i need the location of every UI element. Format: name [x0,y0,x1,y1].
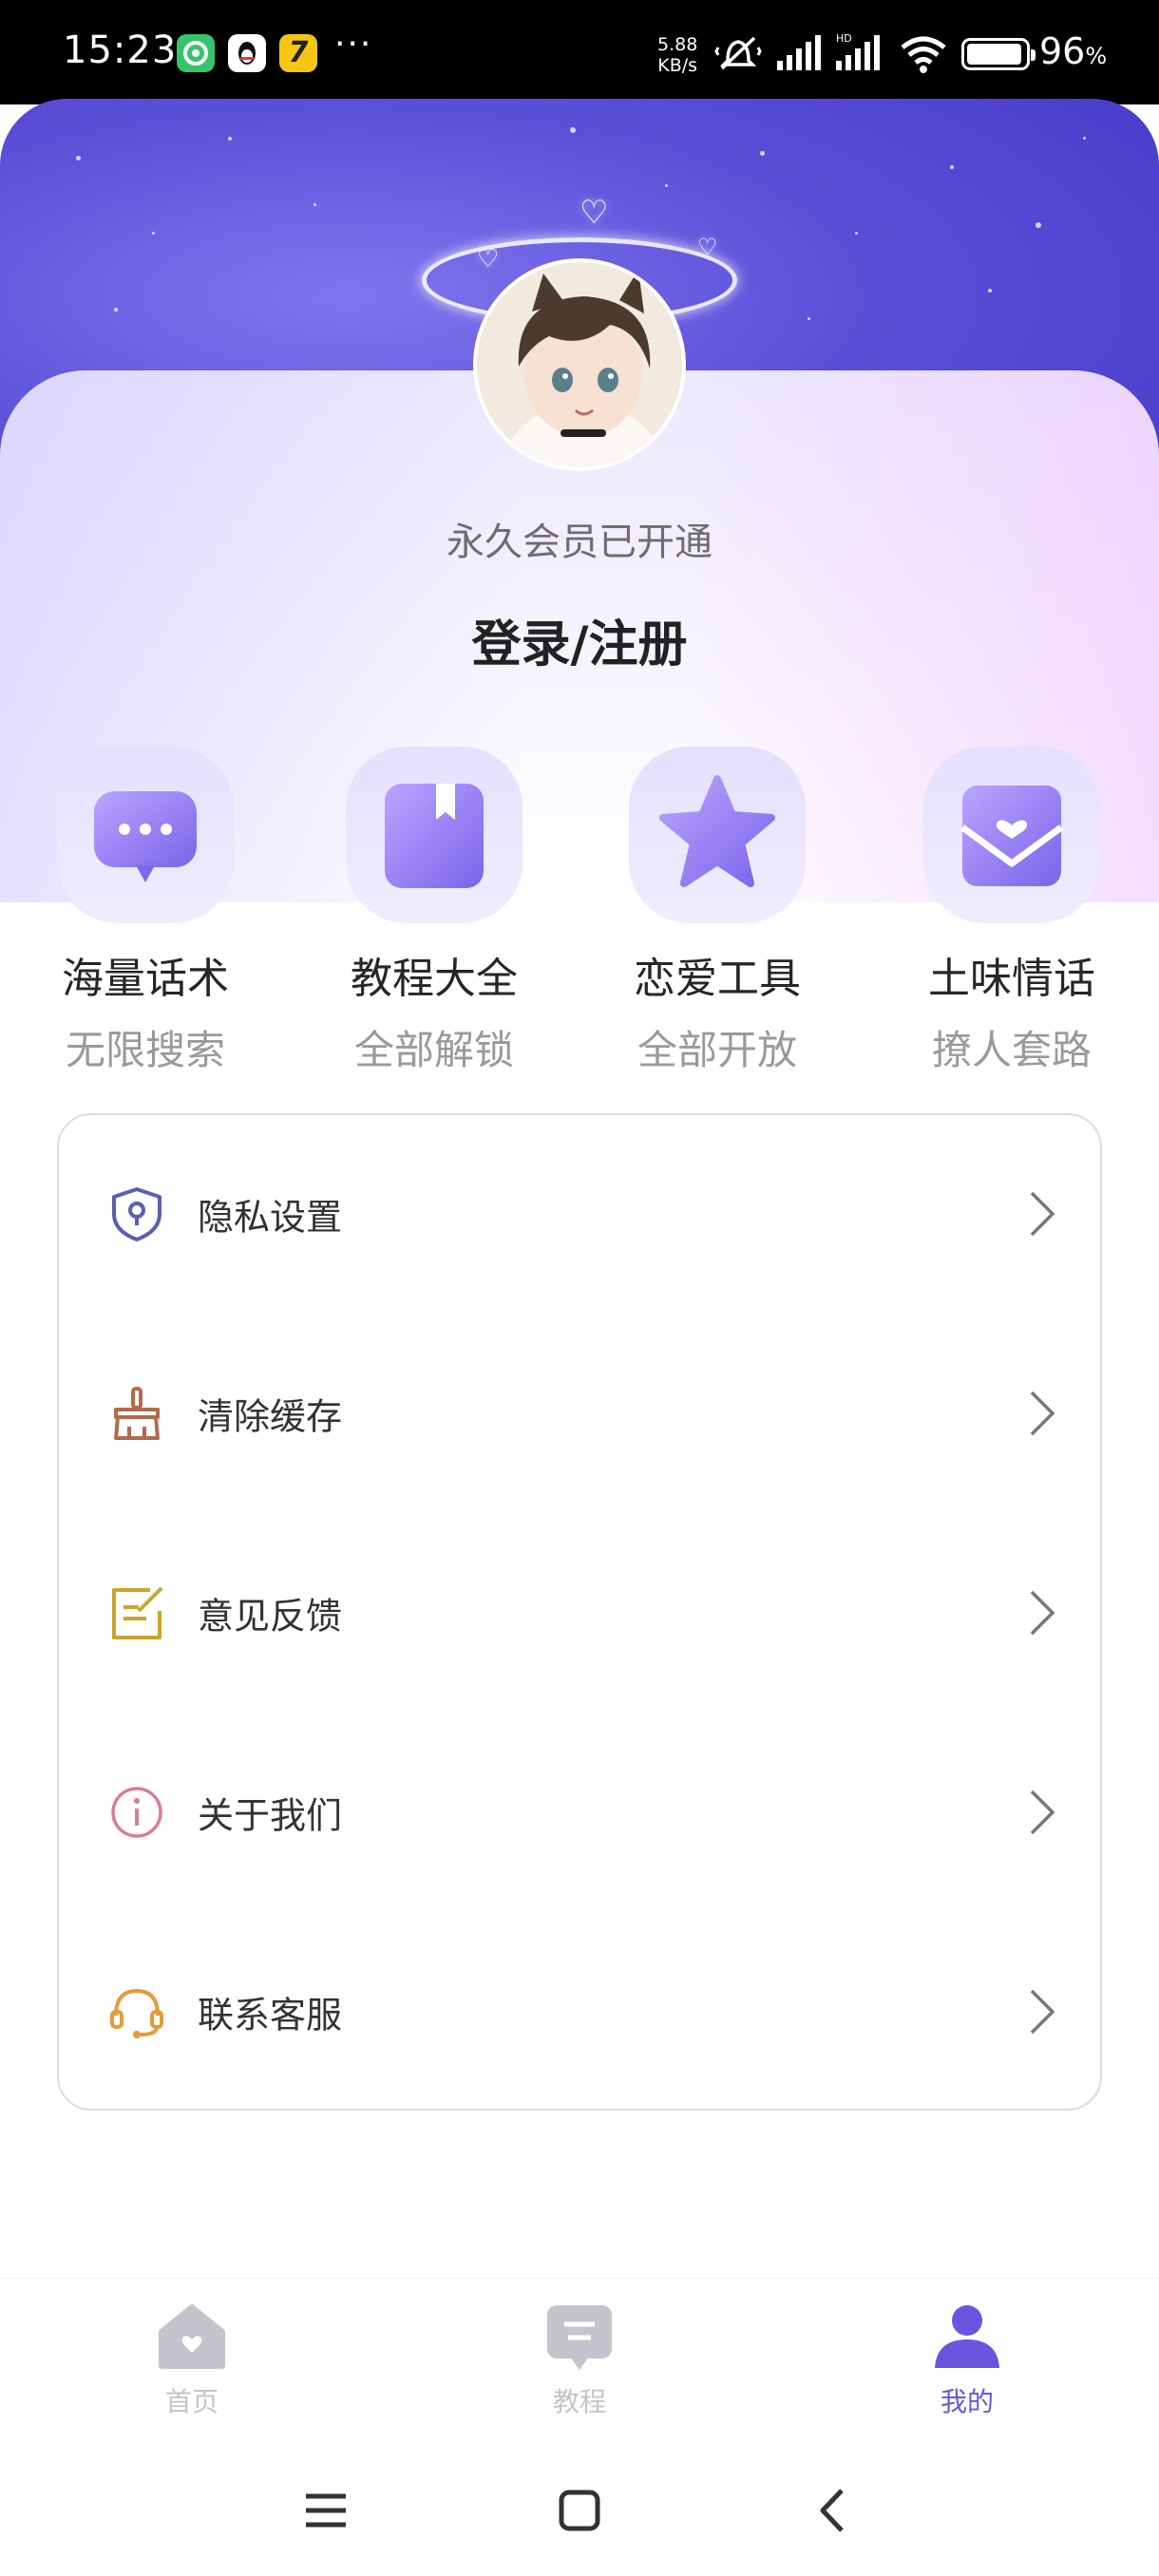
chevron-right-icon [1030,1790,1055,1835]
wifi-icon [901,36,946,73]
feature-subtitle: 全部开放 [636,1027,797,1073]
status-bar: 15:23 7 ··· 5.88 KB/s HD 96% [0,0,1159,104]
feature-love-tools[interactable]: 恋爱工具 全部开放 [613,747,822,1076]
menu-item-feedback[interactable]: 意见反馈 [59,1537,1104,1689]
signal-hd-icon: HD [836,32,880,70]
wechat-icon [177,34,215,72]
menu-label: 隐私设置 [198,1196,343,1239]
heart-icon: ♡ [697,234,718,260]
feature-title: 海量话术 [62,955,229,1003]
feature-icon-bg [923,747,1100,923]
tab-label: 首页 [164,2386,218,2417]
menu-item-clear-cache[interactable]: 清除缓存 [59,1337,1104,1489]
login-register-link[interactable]: 登录/注册 [0,604,1159,675]
feature-tutorials[interactable]: 教程大全 全部解锁 [330,747,539,1076]
chat-bubble-icon [94,791,197,882]
feature-scripts[interactable]: 海量话术 无限搜索 [41,747,250,1076]
menu-icon[interactable] [293,2477,359,2544]
qq-icon [228,34,266,72]
signal-1-icon [777,35,821,70]
tutorial-message-icon [547,2305,612,2370]
feature-icon-bg [57,747,234,923]
chevron-right-icon [1030,1391,1055,1436]
status-time: 15:23 [63,28,178,72]
feedback-edit-icon [112,1586,163,1639]
feature-subtitle: 全部解锁 [353,1027,514,1073]
feature-title: 教程大全 [351,955,518,1003]
net-speed-value: 5.88 [657,34,698,55]
menu-label: 清除缓存 [198,1395,343,1438]
tab-label: 教程 [552,2386,606,2417]
tab-label: 我的 [940,2386,994,2417]
member-status: 永久会员已开通 [446,521,712,564]
bookmark-book-icon [385,784,484,888]
seven-cat-icon: 7 [279,34,317,72]
avatar[interactable] [473,258,686,471]
menu-label: 意见反馈 [198,1595,343,1638]
feature-icon-bg [346,747,522,923]
chevron-right-icon [1030,1989,1055,2035]
feature-subtitle: 撩人套路 [931,1027,1092,1073]
net-speed-unit: KB/s [657,55,698,76]
heart-icon: ♡ [580,194,609,232]
system-nav-bar [0,2449,1159,2576]
headset-icon [110,1988,163,2038]
battery-percent: 96% [1039,30,1108,72]
feature-title: 土味情话 [928,955,1095,1003]
info-icon [111,1787,162,1838]
heart-icon: ♡ [477,245,500,274]
net-speed: 5.88 KB/s [657,34,697,76]
back-icon[interactable] [800,2477,866,2544]
chevron-right-icon [1030,1590,1055,1636]
home-heart-icon [159,2304,225,2369]
tab-tutorial[interactable]: 教程 [484,2298,674,2419]
battery-level [967,44,1022,65]
feature-subtitle: 无限搜索 [65,1027,225,1073]
love-letter-icon [960,786,1064,886]
menu-label: 联系客服 [198,1994,343,2036]
tab-home[interactable]: 首页 [97,2298,287,2419]
feature-title: 恋爱工具 [634,955,801,1003]
settings-menu: 隐私设置 清除缓存 意见反馈 关于我们 联系客服 [57,1113,1102,2111]
menu-label: 关于我们 [198,1794,343,1837]
menu-item-privacy[interactable]: 隐私设置 [59,1138,1104,1290]
battery-icon [961,38,1036,70]
bottom-nav: 首页 教程 我的 [0,2278,1159,2449]
chevron-right-icon [1030,1191,1055,1237]
feature-icon-bg [629,747,806,923]
home-square-icon[interactable] [546,2477,613,2544]
feature-love-lines[interactable]: 土味情话 撩人套路 [907,747,1116,1076]
star-icon [659,775,775,887]
menu-item-contact-support[interactable]: 联系客服 [59,1936,1104,2088]
more-notifications-icon: ··· [334,25,373,64]
menu-item-about[interactable]: 关于我们 [59,1736,1104,1888]
privacy-shield-icon [112,1187,162,1241]
user-icon [935,2305,999,2368]
svg-text:HD: HD [836,32,852,45]
mute-vibrate-icon [714,36,762,70]
tab-mine[interactable]: 我的 [872,2298,1062,2419]
broom-icon [114,1387,160,1440]
